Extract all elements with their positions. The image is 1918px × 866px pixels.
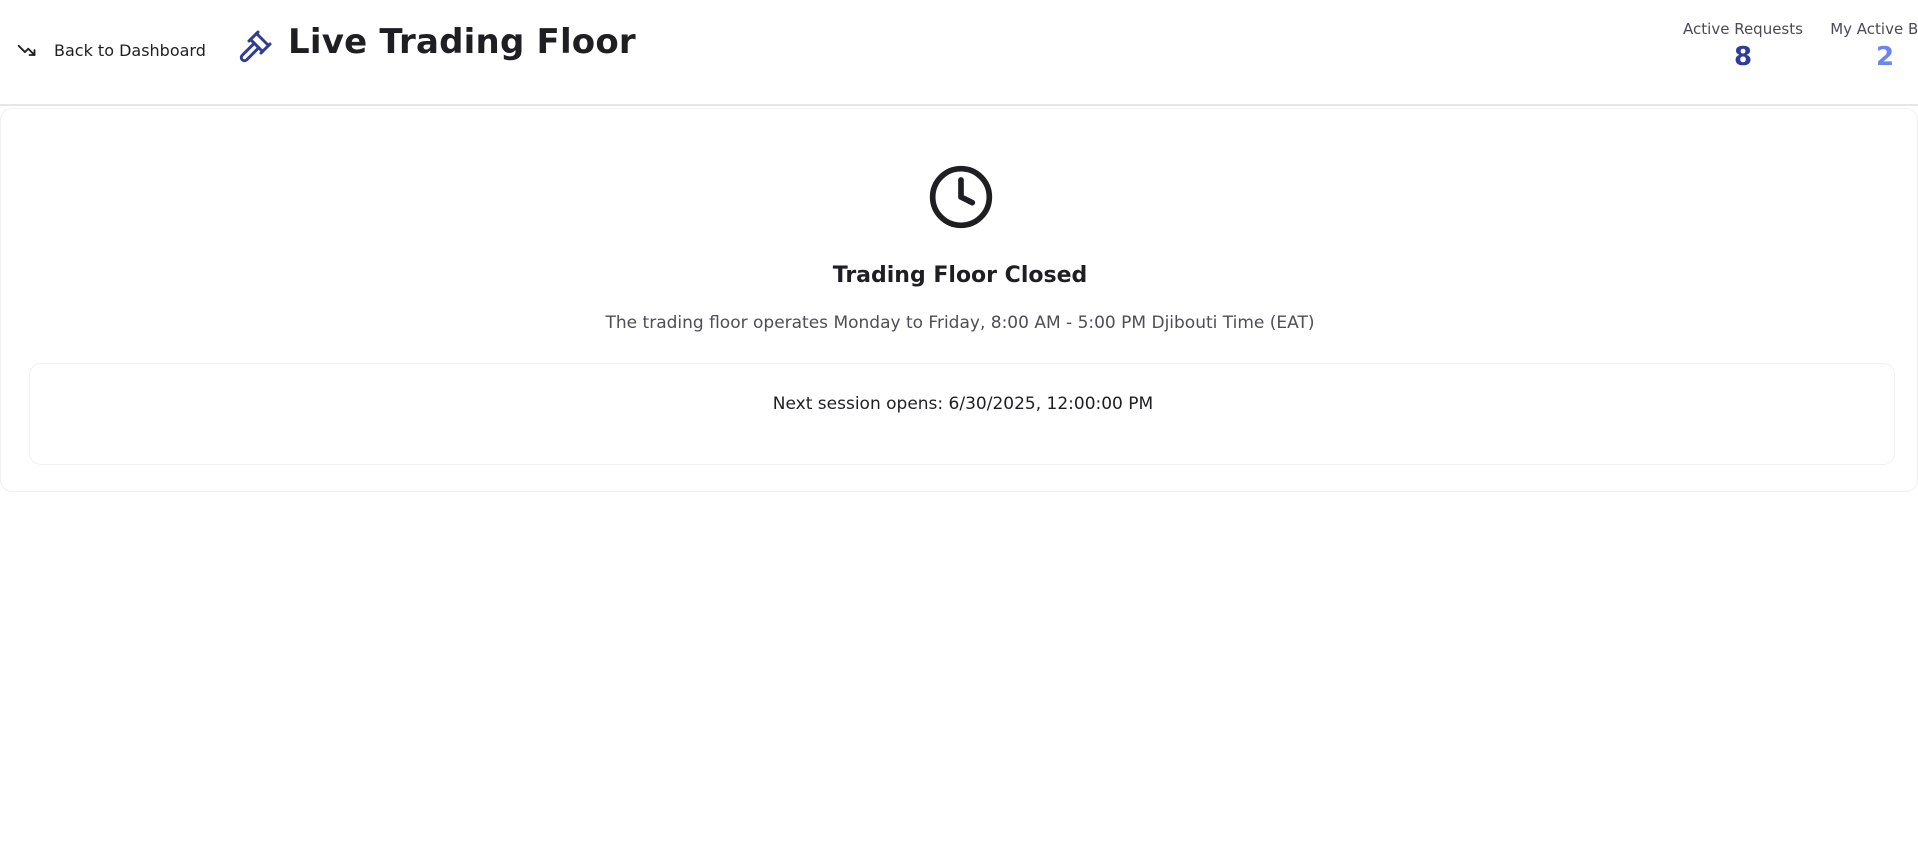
status-description: The trading floor operates Monday to Fri… <box>605 313 1315 333</box>
trending-down-icon <box>16 39 38 61</box>
gavel-icon <box>236 28 274 66</box>
back-to-dashboard-label: Back to Dashboard <box>54 40 206 60</box>
top-header: Back to Dashboard Live Trading Floor Act… <box>0 0 1918 106</box>
trading-floor-status-card: Trading Floor Closed The trading floor o… <box>0 108 1918 492</box>
my-active-bids-label: My Active Bids <box>1830 20 1918 38</box>
next-session-text: Next session opens: 6/30/2025, 12:00:00 … <box>772 394 1154 414</box>
active-requests-stat: Active Requests 8 <box>1668 20 1818 72</box>
my-active-bids-value: 2 <box>1875 42 1895 72</box>
status-title: Trading Floor Closed <box>832 263 1088 288</box>
active-requests-value: 8 <box>1733 42 1753 72</box>
back-to-dashboard-button[interactable]: Back to Dashboard <box>16 36 206 64</box>
clock-icon <box>927 163 995 231</box>
page-title: Live Trading Floor <box>288 22 636 62</box>
active-requests-label: Active Requests <box>1683 20 1803 38</box>
next-session-box: Next session opens: 6/30/2025, 12:00:00 … <box>29 363 1895 465</box>
page-title-group: Live Trading Floor <box>236 18 636 66</box>
my-active-bids-stat: My Active Bids 2 <box>1815 20 1918 72</box>
